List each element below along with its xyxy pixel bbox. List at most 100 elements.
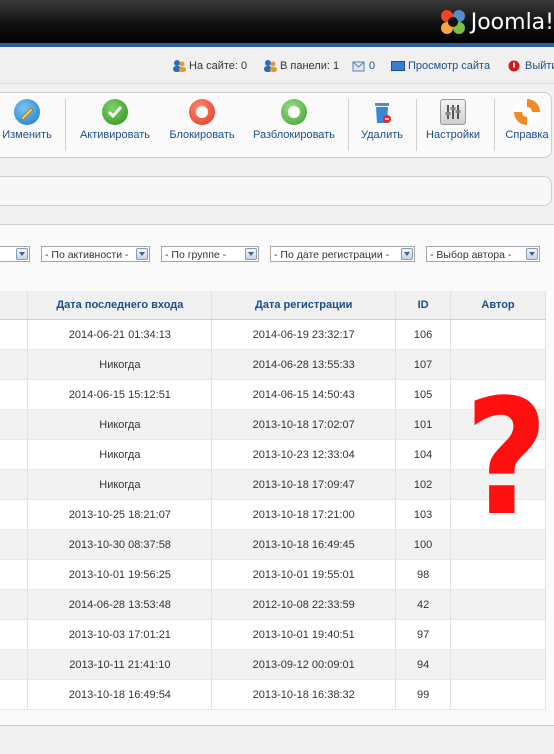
row-cell xyxy=(0,499,29,530)
id-cell: 97 xyxy=(395,619,452,650)
author-cell xyxy=(450,319,546,350)
messages-link[interactable]: 0 xyxy=(352,60,375,72)
row-cell xyxy=(0,439,29,470)
registered-cell: 2012-10-08 22:33:59 xyxy=(211,589,397,620)
id-cell: 102 xyxy=(395,469,452,500)
joomla-logo[interactable]: Joomla! xyxy=(438,6,554,38)
author-cell xyxy=(450,679,546,710)
column-header-id[interactable]: ID xyxy=(395,291,452,320)
id-cell: 100 xyxy=(395,529,452,560)
id-cell: 94 xyxy=(395,649,452,680)
id-cell: 106 xyxy=(395,319,452,350)
registered-cell: 2013-10-18 17:21:00 xyxy=(211,499,397,530)
id-cell: 104 xyxy=(395,439,452,470)
monitor-icon xyxy=(391,60,405,72)
filter-select-group[interactable]: - По группе - xyxy=(161,246,259,262)
last-visit-cell: 2013-10-18 16:49:54 xyxy=(27,679,213,710)
column-header-author[interactable]: Автор xyxy=(450,291,546,320)
row-cell xyxy=(0,529,29,560)
column-header[interactable] xyxy=(0,291,29,320)
last-visit-cell: 2013-10-25 18:21:07 xyxy=(27,499,213,530)
last-visit-cell: Никогда xyxy=(27,409,213,440)
sub-bar xyxy=(0,176,552,206)
row-cell xyxy=(0,379,29,410)
row-cell xyxy=(0,319,29,350)
table-row[interactable]: 2013-10-11 21:41:10 2013-09-12 00:09:01 94 xyxy=(0,649,546,680)
registered-cell: 2013-10-01 19:55:01 xyxy=(211,559,397,590)
last-visit-cell: 2014-06-28 13:53:48 xyxy=(27,589,213,620)
activate-button[interactable]: Активировать xyxy=(75,99,155,141)
row-cell xyxy=(0,409,29,440)
unblock-button[interactable]: Разблокировать xyxy=(249,99,339,141)
filter-select-activity[interactable]: - По активности - xyxy=(41,246,150,262)
chevron-down-icon xyxy=(401,248,413,260)
admin-header: Joomla! xyxy=(0,0,554,47)
users-icon xyxy=(172,60,186,72)
last-visit-cell: 2013-10-01 19:56:25 xyxy=(27,559,213,590)
chevron-down-icon xyxy=(136,248,148,260)
settings-icon xyxy=(440,99,466,125)
filter-select-first[interactable] xyxy=(0,246,30,262)
last-visit-cell: 2013-10-03 17:01:21 xyxy=(27,619,213,650)
registered-cell: 2013-10-18 16:38:32 xyxy=(211,679,397,710)
chevron-down-icon xyxy=(16,248,28,260)
last-visit-cell: Никогда xyxy=(27,469,213,500)
column-header-last-visit[interactable]: Дата последнего входа xyxy=(27,291,213,320)
id-cell: 103 xyxy=(395,499,452,530)
logout-icon xyxy=(508,60,522,72)
table-row[interactable]: 2013-10-01 19:56:25 2013-10-01 19:55:01 98 xyxy=(0,559,546,590)
toolbar-separator xyxy=(494,99,495,151)
pencil-icon xyxy=(14,99,40,125)
id-cell: 42 xyxy=(395,589,452,620)
red-question-mark: ? xyxy=(464,364,549,551)
last-visit-cell: 2013-10-11 21:41:10 xyxy=(27,649,213,680)
status-bar: На сайте: 0 В панели: 1 0 Просмотр сайта… xyxy=(0,51,554,84)
author-cell xyxy=(450,619,546,650)
table-row[interactable]: 2013-10-18 16:49:54 2013-10-18 16:38:32 99 xyxy=(0,679,546,710)
settings-button[interactable]: Настройки xyxy=(423,99,483,141)
last-visit-cell: Никогда xyxy=(27,349,213,380)
help-button[interactable]: Справка xyxy=(502,99,552,141)
filter-select-reg-date[interactable]: - По дате регистрации - xyxy=(270,246,415,262)
registered-cell: 2013-10-18 17:09:47 xyxy=(211,469,397,500)
toolbar-separator xyxy=(348,99,349,151)
logout-link[interactable]: Выйти xyxy=(508,60,554,72)
author-cell xyxy=(450,559,546,590)
registered-cell: 2013-10-18 16:49:45 xyxy=(211,529,397,560)
row-cell xyxy=(0,649,29,680)
toolbar-separator xyxy=(416,99,417,151)
table-header-row: Дата последнего входа Дата регистрации I… xyxy=(0,291,546,320)
unblock-icon xyxy=(281,99,307,125)
registered-cell: 2013-10-01 19:40:51 xyxy=(211,619,397,650)
mail-icon xyxy=(352,60,366,72)
edit-button[interactable]: Изменить xyxy=(0,99,55,141)
block-icon xyxy=(189,99,215,125)
last-visit-cell: 2014-06-21 01:34:13 xyxy=(27,319,213,350)
lifebuoy-icon xyxy=(514,99,540,125)
chevron-down-icon xyxy=(526,248,538,260)
block-button[interactable]: Блокировать xyxy=(166,99,238,141)
toolbar-separator xyxy=(65,99,66,151)
registered-cell: 2014-06-28 13:55:33 xyxy=(211,349,397,380)
table-row[interactable]: 2014-06-21 01:34:13 2014-06-19 23:32:17 10… xyxy=(0,319,546,350)
online-admin-status: В панели: 1 xyxy=(263,60,339,72)
filter-select-author[interactable]: - Выбор автора - xyxy=(426,246,540,262)
row-cell xyxy=(0,349,29,380)
id-cell: 99 xyxy=(395,679,452,710)
author-cell xyxy=(450,589,546,620)
registered-cell: 2013-09-12 00:09:01 xyxy=(211,649,397,680)
admin-users-icon xyxy=(263,60,277,72)
delete-button[interactable]: Удалить xyxy=(356,99,408,141)
row-cell xyxy=(0,619,29,650)
table-row[interactable]: 2014-06-28 13:53:48 2012-10-08 22:33:59 42 xyxy=(0,589,546,620)
last-visit-cell: Никогда xyxy=(27,439,213,470)
row-cell xyxy=(0,559,29,590)
view-site-link[interactable]: Просмотр сайта xyxy=(391,60,490,72)
registered-cell: 2013-10-18 17:02:07 xyxy=(211,409,397,440)
registered-cell: 2014-06-19 23:32:17 xyxy=(211,319,397,350)
logo-text: Joomla! xyxy=(470,9,554,35)
id-cell: 101 xyxy=(395,409,452,440)
table-row[interactable]: 2013-10-03 17:01:21 2013-10-01 19:40:51 97 xyxy=(0,619,546,650)
column-header-registered[interactable]: Дата регистрации xyxy=(211,291,397,320)
joomla-logo-icon xyxy=(438,7,468,37)
